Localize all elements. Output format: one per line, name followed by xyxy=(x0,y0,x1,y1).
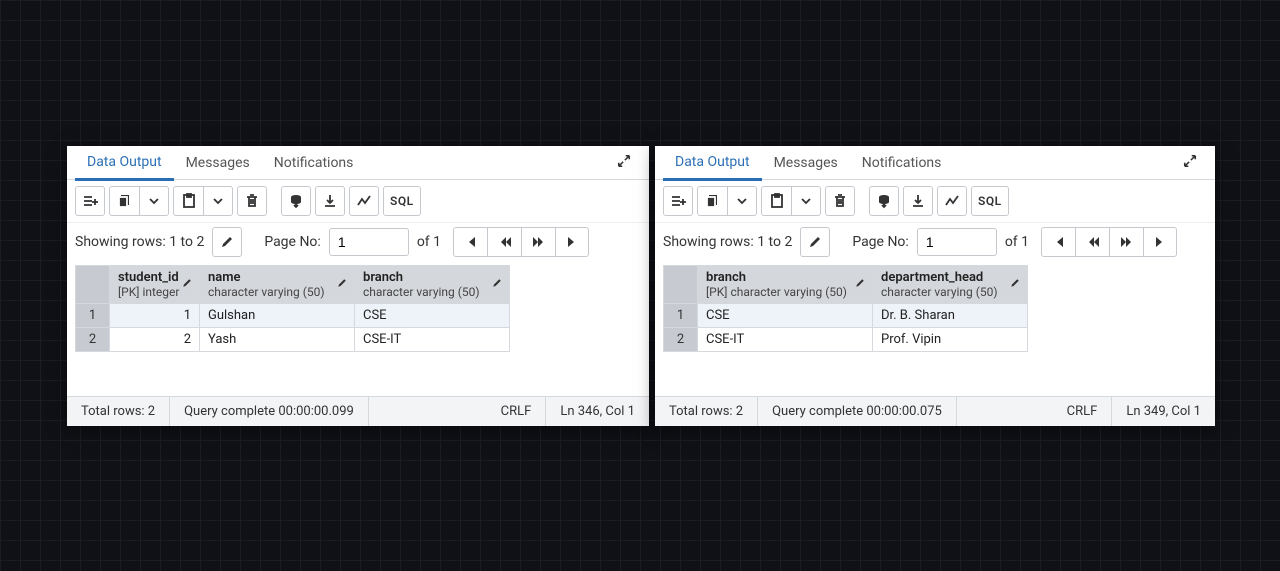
sql-button[interactable]: SQL xyxy=(383,186,421,216)
status-eol: CRLF xyxy=(487,397,547,426)
data-grid-wrap: branch [PK] character varying (50) depar… xyxy=(655,265,1215,396)
expand-icon[interactable] xyxy=(1173,148,1207,178)
table-row[interactable]: 1 CSE Dr. B. Sharan xyxy=(664,304,1028,328)
column-header[interactable]: branch [PK] character varying (50) xyxy=(698,266,873,304)
paste-dropdown[interactable] xyxy=(791,186,821,216)
cell[interactable]: CSE-IT xyxy=(698,328,873,352)
edit-filter-button[interactable] xyxy=(212,227,242,257)
showing-rows-label: Showing rows: 1 to 2 xyxy=(75,234,204,250)
copy-dropdown[interactable] xyxy=(727,186,757,216)
edit-column-icon[interactable] xyxy=(1009,277,1021,293)
download-button[interactable] xyxy=(903,186,933,216)
save-data-button[interactable] xyxy=(869,186,899,216)
filter-bar: Showing rows: 1 to 2 Page No: of 1 xyxy=(655,223,1215,265)
paste-button[interactable] xyxy=(173,186,203,216)
prev-page-button[interactable] xyxy=(487,227,521,257)
edit-filter-button[interactable] xyxy=(800,227,830,257)
first-page-button[interactable] xyxy=(1041,227,1075,257)
status-bar: Total rows: 2 Query complete 00:00:00.09… xyxy=(67,396,649,426)
cell[interactable]: 1 xyxy=(110,304,200,328)
first-page-button[interactable] xyxy=(453,227,487,257)
rownum-header[interactable] xyxy=(76,266,110,304)
status-query-time: Query complete 00:00:00.075 xyxy=(758,397,957,426)
page-no-label: Page No: xyxy=(264,234,321,250)
expand-icon[interactable] xyxy=(607,148,641,178)
tabs-bar: Data Output Messages Notifications xyxy=(67,146,649,180)
copy-button[interactable] xyxy=(697,186,727,216)
data-grid[interactable]: student_id [PK] integer name character v… xyxy=(75,265,510,352)
cell[interactable]: CSE xyxy=(355,304,510,328)
edit-column-icon[interactable] xyxy=(181,277,193,293)
cell[interactable]: CSE-IT xyxy=(355,328,510,352)
save-data-button[interactable] xyxy=(281,186,311,216)
data-grid[interactable]: branch [PK] character varying (50) depar… xyxy=(663,265,1028,352)
status-cursor-pos: Ln 349, Col 1 xyxy=(1112,397,1215,426)
status-cursor-pos: Ln 346, Col 1 xyxy=(546,397,649,426)
tab-notifications[interactable]: Notifications xyxy=(262,147,366,179)
chart-button[interactable] xyxy=(349,186,379,216)
cell[interactable]: Gulshan xyxy=(200,304,355,328)
filter-bar: Showing rows: 1 to 2 Page No: of 1 xyxy=(67,223,649,265)
prev-page-button[interactable] xyxy=(1075,227,1109,257)
copy-dropdown[interactable] xyxy=(139,186,169,216)
last-page-button[interactable] xyxy=(555,227,589,257)
column-header[interactable]: student_id [PK] integer xyxy=(110,266,200,304)
next-page-button[interactable] xyxy=(1109,227,1143,257)
status-total-rows: Total rows: 2 xyxy=(67,397,170,426)
page-no-input[interactable] xyxy=(917,228,997,256)
table-row[interactable]: 2 CSE-IT Prof. Vipin xyxy=(664,328,1028,352)
cell[interactable]: CSE xyxy=(698,304,873,328)
cell[interactable]: 2 xyxy=(110,328,200,352)
tab-messages[interactable]: Messages xyxy=(762,147,850,179)
chart-button[interactable] xyxy=(937,186,967,216)
table-row[interactable]: 2 2 Yash CSE-IT xyxy=(76,328,510,352)
tab-messages[interactable]: Messages xyxy=(174,147,262,179)
toolbar: SQL xyxy=(655,180,1215,223)
column-header[interactable]: branch character varying (50) xyxy=(355,266,510,304)
sql-button[interactable]: SQL xyxy=(971,186,1009,216)
cell[interactable]: Dr. B. Sharan xyxy=(873,304,1028,328)
delete-button[interactable] xyxy=(825,186,855,216)
column-header[interactable]: department_head character varying (50) xyxy=(873,266,1028,304)
status-query-time: Query complete 00:00:00.099 xyxy=(170,397,369,426)
paste-button[interactable] xyxy=(761,186,791,216)
delete-button[interactable] xyxy=(237,186,267,216)
column-header[interactable]: name character varying (50) xyxy=(200,266,355,304)
copy-button[interactable] xyxy=(109,186,139,216)
table-row[interactable]: 1 1 Gulshan CSE xyxy=(76,304,510,328)
cell[interactable]: Prof. Vipin xyxy=(873,328,1028,352)
data-grid-wrap: student_id [PK] integer name character v… xyxy=(67,265,649,396)
page-no-input[interactable] xyxy=(329,228,409,256)
tab-notifications[interactable]: Notifications xyxy=(850,147,954,179)
page-of-label: of 1 xyxy=(1005,234,1029,250)
tab-data-output[interactable]: Data Output xyxy=(75,146,174,181)
page-of-label: of 1 xyxy=(417,234,441,250)
page-no-label: Page No: xyxy=(852,234,909,250)
tabs-bar: Data Output Messages Notifications xyxy=(655,146,1215,180)
status-eol: CRLF xyxy=(1053,397,1113,426)
add-row-button[interactable] xyxy=(663,186,693,216)
edit-column-icon[interactable] xyxy=(854,277,866,293)
cell[interactable]: Yash xyxy=(200,328,355,352)
status-bar: Total rows: 2 Query complete 00:00:00.07… xyxy=(655,396,1215,426)
rownum-header[interactable] xyxy=(664,266,698,304)
query-result-panel-right: Data Output Messages Notifications SQL S… xyxy=(655,146,1215,426)
showing-rows-label: Showing rows: 1 to 2 xyxy=(663,234,792,250)
next-page-button[interactable] xyxy=(521,227,555,257)
edit-column-icon[interactable] xyxy=(336,277,348,293)
download-button[interactable] xyxy=(315,186,345,216)
query-result-panel-left: Data Output Messages Notifications SQL S… xyxy=(67,146,649,426)
tab-data-output[interactable]: Data Output xyxy=(663,146,762,181)
last-page-button[interactable] xyxy=(1143,227,1177,257)
status-total-rows: Total rows: 2 xyxy=(655,397,758,426)
add-row-button[interactable] xyxy=(75,186,105,216)
edit-column-icon[interactable] xyxy=(491,277,503,293)
paste-dropdown[interactable] xyxy=(203,186,233,216)
toolbar: SQL xyxy=(67,180,649,223)
